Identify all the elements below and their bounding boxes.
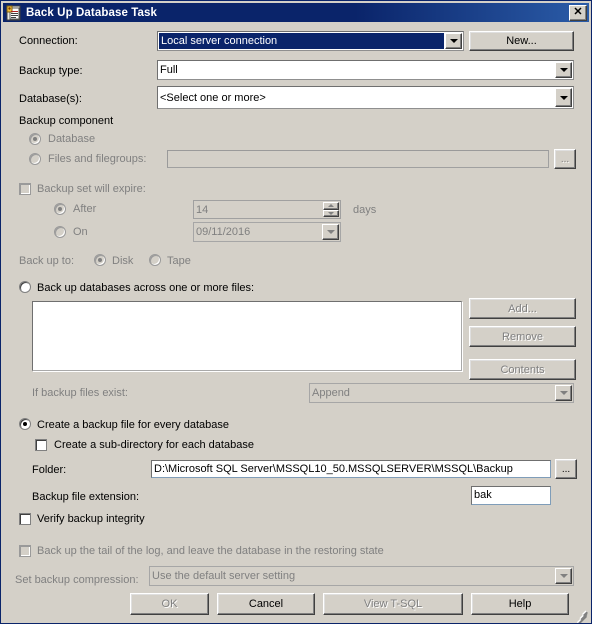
- across-files-label: Back up databases across one or more fil…: [37, 282, 255, 294]
- view-tsql-button[interactable]: View T-SQL: [323, 593, 463, 615]
- stepper-down-icon[interactable]: [323, 209, 339, 217]
- contents-button[interactable]: Contents: [469, 359, 576, 380]
- cancel-button[interactable]: Cancel: [217, 593, 315, 615]
- backup-set-expire-checkbox[interactable]: [19, 183, 31, 195]
- backup-type-label: Backup type:: [19, 65, 83, 77]
- tail-log-checkbox[interactable]: [19, 545, 31, 557]
- stepper-up-icon[interactable]: [323, 202, 339, 210]
- chevron-down-icon[interactable]: [555, 62, 572, 78]
- tail-log-label: Back up the tail of the log, and leave t…: [37, 545, 384, 557]
- help-button[interactable]: Help: [471, 593, 569, 615]
- if-backup-files-exist-label: If backup files exist:: [32, 387, 128, 399]
- close-icon[interactable]: ✕: [569, 4, 587, 21]
- expire-after-days-stepper[interactable]: 14: [193, 200, 341, 219]
- window-title: Back Up Database Task: [26, 6, 158, 19]
- create-subdirectory-checkbox[interactable]: [35, 439, 47, 451]
- compression-value: Use the default server setting: [152, 570, 296, 582]
- create-subdirectory-label: Create a sub-directory for each database: [54, 439, 254, 451]
- stepper-buttons[interactable]: [323, 202, 339, 217]
- chevron-down-icon[interactable]: [445, 33, 462, 49]
- back-up-to-disk-radio[interactable]: [94, 254, 106, 266]
- expire-on-label: On: [73, 226, 88, 238]
- across-files-radio[interactable]: [19, 281, 31, 293]
- component-files-filegroups-radio[interactable]: [29, 153, 41, 165]
- backup-component-label: Backup component: [19, 115, 114, 127]
- backup-file-extension-input[interactable]: bak: [471, 486, 551, 505]
- back-up-to-label: Back up to:: [19, 255, 75, 267]
- files-filegroups-browse-button[interactable]: ...: [554, 149, 576, 169]
- expire-days-label: days: [353, 204, 377, 216]
- expire-after-radio[interactable]: [54, 203, 66, 215]
- add-file-button[interactable]: Add...: [469, 298, 576, 319]
- backup-files-listbox[interactable]: [32, 301, 462, 371]
- chevron-down-icon[interactable]: [555, 568, 572, 584]
- resize-grip[interactable]: [575, 607, 589, 623]
- folder-label: Folder:: [32, 464, 67, 476]
- connection-combo[interactable]: Local server connection: [157, 31, 464, 51]
- remove-file-button[interactable]: Remove: [469, 326, 576, 347]
- expire-on-date-combo[interactable]: 09/11/2016: [193, 222, 341, 242]
- compression-combo[interactable]: Use the default server setting: [149, 566, 574, 586]
- files-filegroups-input[interactable]: [167, 150, 549, 168]
- create-file-per-database-label: Create a backup file for every database: [37, 419, 230, 431]
- expire-after-value: 14: [196, 203, 209, 216]
- component-files-filegroups-label: Files and filegroups:: [48, 153, 147, 165]
- ok-button[interactable]: OK: [130, 593, 209, 615]
- compression-label: Set backup compression:: [15, 574, 139, 586]
- chevron-down-icon[interactable]: [555, 385, 572, 401]
- back-up-to-disk-label: Disk: [112, 255, 134, 267]
- verify-backup-integrity-checkbox[interactable]: [19, 513, 31, 525]
- create-file-per-database-radio[interactable]: [19, 418, 31, 430]
- folder-input[interactable]: D:\Microsoft SQL Server\MSSQL10_50.MSSQL…: [151, 460, 551, 478]
- connection-value: Local server connection: [159, 33, 444, 49]
- databases-label: Database(s):: [19, 93, 82, 105]
- expire-on-value: 09/11/2016: [196, 226, 251, 238]
- chevron-down-icon[interactable]: [555, 88, 572, 107]
- backup-type-value: Full: [160, 64, 178, 76]
- databases-value: <Select one or more>: [160, 91, 266, 104]
- backup-type-combo[interactable]: Full: [157, 60, 574, 80]
- backup-database-task-dialog: Back Up Database Task ✕ Connection: Loca…: [0, 0, 592, 624]
- component-database-radio[interactable]: [29, 133, 41, 145]
- databases-combo[interactable]: <Select one or more>: [157, 86, 574, 109]
- task-properties-icon: [6, 5, 22, 21]
- verify-backup-integrity-label: Verify backup integrity: [37, 513, 145, 525]
- component-database-label: Database: [48, 133, 96, 145]
- backup-file-extension-label: Backup file extension:: [32, 491, 140, 503]
- if-backup-files-exist-value: Append: [312, 387, 350, 399]
- expire-on-radio[interactable]: [54, 226, 66, 238]
- chevron-down-icon[interactable]: [322, 224, 339, 240]
- folder-browse-button[interactable]: ...: [555, 459, 577, 479]
- title-bar: Back Up Database Task ✕: [3, 3, 589, 22]
- back-up-to-tape-label: Tape: [167, 255, 191, 267]
- back-up-to-tape-radio[interactable]: [149, 254, 161, 266]
- expire-after-label: After: [73, 203, 97, 215]
- if-backup-files-exist-combo[interactable]: Append: [309, 383, 574, 403]
- connection-label: Connection:: [19, 35, 78, 47]
- backup-set-expire-label: Backup set will expire:: [37, 183, 146, 195]
- new-connection-button[interactable]: New...: [469, 31, 574, 51]
